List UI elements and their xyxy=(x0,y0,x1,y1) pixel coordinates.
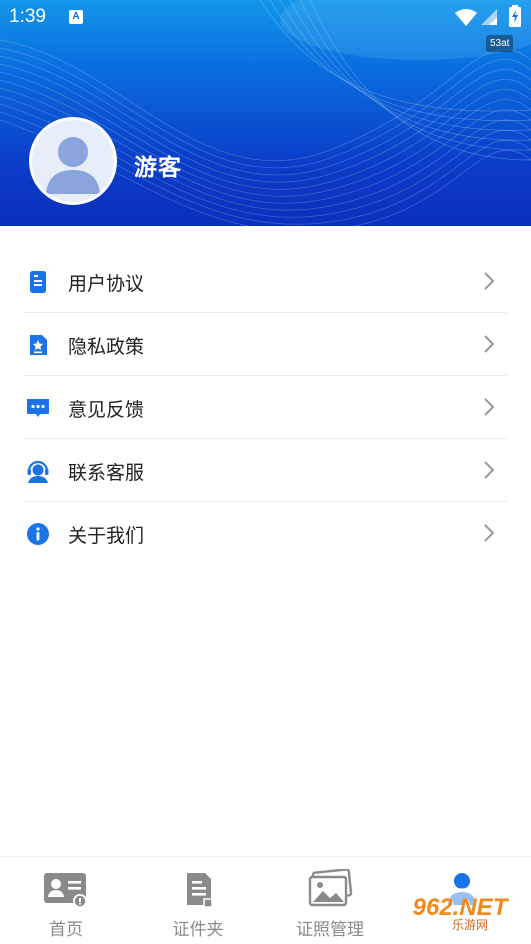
folder-doc-icon xyxy=(187,873,213,908)
menu-item-feedback[interactable]: 意见反馈 xyxy=(24,376,507,439)
menu-label: 隐私政策 xyxy=(68,336,145,358)
menu-label: 联系客服 xyxy=(68,462,145,484)
info-icon xyxy=(27,523,49,545)
username[interactable]: 游客 xyxy=(134,148,182,182)
tab-label: 证件夹 xyxy=(172,920,224,940)
tab-documents[interactable]: 证件夹 xyxy=(132,857,264,944)
profile-header: 1:39 A 53at 游客 xyxy=(0,0,531,226)
menu-item-privacy-policy[interactable]: 隐私政策 xyxy=(24,313,507,376)
status-bar: 1:39 A xyxy=(0,0,531,36)
photo-stack-icon xyxy=(308,869,353,907)
headset-icon xyxy=(27,460,49,483)
chevron-right-icon xyxy=(484,461,495,479)
chat-bubble-icon xyxy=(27,399,49,417)
status-time: 1:39 xyxy=(9,6,46,27)
shield-doc-icon xyxy=(30,335,47,355)
settings-menu: 用户协议 隐私政策 意见反馈 联系客服 关于我们 xyxy=(0,250,531,565)
menu-label: 关于我们 xyxy=(68,525,145,547)
document-icon xyxy=(30,271,46,293)
menu-item-user-agreement[interactable]: 用户协议 xyxy=(24,250,507,313)
tab-home[interactable]: 首页 xyxy=(0,857,132,944)
tab-label: 首页 xyxy=(49,920,83,940)
watermark-subtext: 乐游网 xyxy=(452,918,489,932)
chevron-right-icon xyxy=(484,524,495,542)
wifi-icon xyxy=(455,9,477,26)
chevron-right-icon xyxy=(484,398,495,416)
notification-a-icon: A xyxy=(69,10,83,24)
tab-license-management[interactable]: 证照管理 xyxy=(264,857,396,944)
tab-label: 证照管理 xyxy=(296,920,364,940)
default-user-icon xyxy=(46,137,100,194)
menu-item-customer-service[interactable]: 联系客服 xyxy=(24,439,507,502)
id-card-icon xyxy=(44,873,87,908)
menu-label: 用户协议 xyxy=(68,273,145,295)
chevron-right-icon xyxy=(484,272,495,290)
watermark-logo: 962.NET 乐游网 xyxy=(392,888,528,938)
menu-label: 意见反馈 xyxy=(68,399,145,421)
network-speed-badge: 53at xyxy=(486,35,514,52)
menu-item-about-us[interactable]: 关于我们 xyxy=(24,502,507,565)
chevron-right-icon xyxy=(484,335,495,353)
battery-icon xyxy=(509,5,521,27)
signal-icon xyxy=(481,9,497,25)
avatar[interactable] xyxy=(29,117,117,205)
